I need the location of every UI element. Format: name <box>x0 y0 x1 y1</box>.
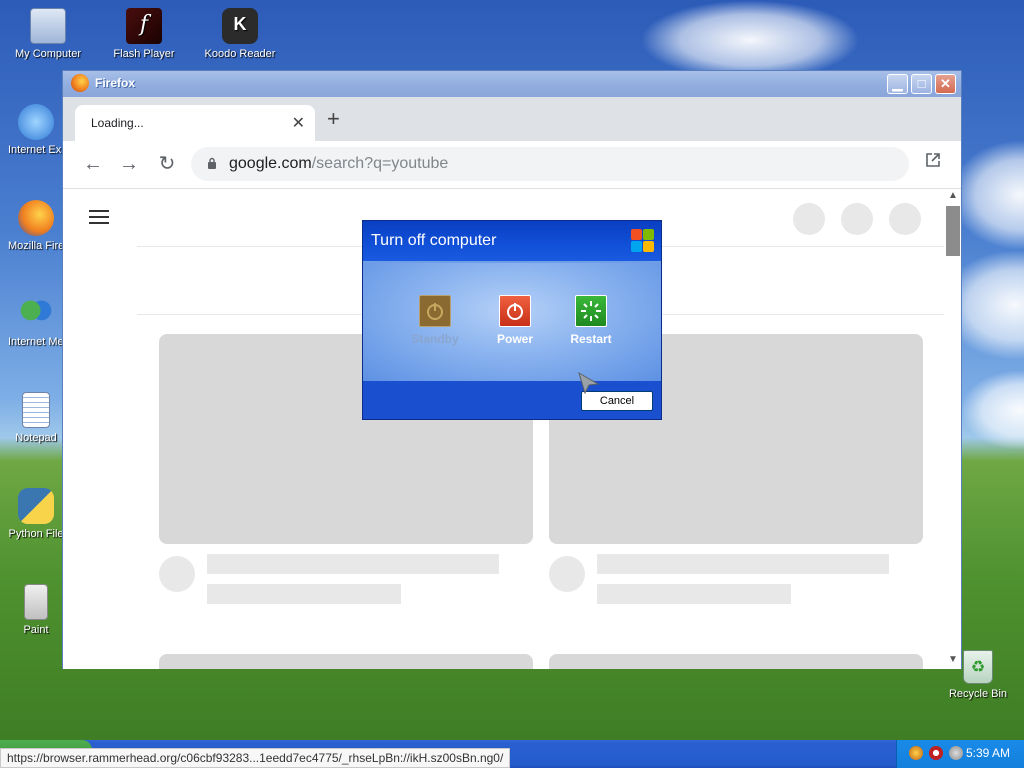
tab-title: Loading... <box>91 116 144 130</box>
desktop-icon-paint[interactable]: Paint <box>8 584 64 636</box>
title-placeholder <box>207 554 499 574</box>
desktop-icon-label: Flash Player <box>113 48 175 60</box>
tray-security-icon[interactable] <box>929 746 943 760</box>
internet-explorer-icon <box>18 104 54 140</box>
subtitle-placeholder <box>207 584 401 604</box>
tab-strip: Loading... ✕ + <box>63 97 961 141</box>
dialog-title: Turn off computer <box>371 232 497 249</box>
dialog-options-area: Standby Power Restart <box>363 261 661 381</box>
desktop-icon-label: Python File <box>8 528 64 540</box>
desktop-icon-label: Paint <box>23 624 49 636</box>
paint-icon <box>24 584 48 620</box>
desktop-icon-label: Mozilla Firefox <box>8 240 64 252</box>
restart-label: Restart <box>570 332 612 346</box>
desktop-icon-flash-player[interactable]: f Flash Player <box>106 8 182 60</box>
wallpaper-cloud <box>960 370 1024 450</box>
firefox-icon <box>71 74 89 92</box>
header-placeholder-circle <box>841 203 873 235</box>
turn-off-dialog: Turn off computer Standby Power Restart … <box>362 220 662 420</box>
address-bar[interactable]: google.com/search?q=youtube <box>191 147 909 181</box>
mouse-cursor-icon <box>578 372 600 394</box>
reload-icon: ↻ <box>158 153 176 175</box>
vertical-scrollbar[interactable]: ▲ ▼ <box>944 190 961 669</box>
desktop-icon-koodo-reader[interactable]: K Koodo Reader <box>202 8 278 60</box>
tab-active[interactable]: Loading... ✕ <box>75 105 315 141</box>
scroll-up-icon[interactable]: ▲ <box>946 190 960 204</box>
status-bar-url: https://browser.rammerhead.org/c06cbf932… <box>0 748 511 768</box>
avatar-placeholder <box>159 556 195 592</box>
standby-icon <box>419 295 451 327</box>
desktop-icon-label: My Computer <box>14 48 82 60</box>
tab-close-icon[interactable]: ✕ <box>292 113 305 133</box>
recycle-bin-icon: ♻ <box>963 650 993 684</box>
desktop-icon-label: Internet Explorer <box>8 144 64 156</box>
navigation-bar: ← → ↻ google.com/search?q=youtube <box>63 141 961 189</box>
tray-network-icon[interactable] <box>909 746 923 760</box>
video-thumbnail-placeholder <box>159 654 533 669</box>
desktop-icon-label: Koodo Reader <box>204 48 276 60</box>
desktop-icon-firefox[interactable]: Mozilla Firefox <box>8 200 64 252</box>
title-placeholder <box>597 554 889 574</box>
dialog-footer: Cancel <box>363 381 661 419</box>
url-path: /search?q=youtube <box>311 155 449 172</box>
desktop-icon-my-computer[interactable]: My Computer <box>10 8 86 60</box>
windows-logo-icon <box>629 227 655 253</box>
flash-player-icon: f <box>126 8 162 44</box>
forward-button[interactable]: → <box>115 151 143 179</box>
python-icon <box>18 488 54 524</box>
scroll-down-icon[interactable]: ▼ <box>946 654 960 668</box>
restart-icon[interactable] <box>575 295 607 327</box>
new-tab-button[interactable]: + <box>327 108 340 130</box>
desktop-icon-python[interactable]: Python File <box>8 488 64 540</box>
notepad-icon <box>22 392 50 428</box>
desktop-icon-notepad[interactable]: Notepad <box>8 392 64 444</box>
header-placeholder-circle <box>889 203 921 235</box>
maximize-icon: □ <box>917 76 926 91</box>
standby-option: Standby <box>395 295 475 346</box>
maximize-button[interactable]: □ <box>911 74 932 94</box>
hamburger-menu-icon[interactable] <box>89 210 109 224</box>
restart-option[interactable]: Restart <box>551 295 631 346</box>
subtitle-placeholder <box>597 584 791 604</box>
my-computer-icon <box>30 8 66 44</box>
taskbar-clock[interactable]: 5:39 AM <box>966 746 1010 760</box>
url-host: google.com <box>229 155 312 172</box>
desktop-icon-label: Internet Messenger <box>8 336 64 348</box>
open-external-button[interactable] <box>921 151 945 175</box>
scrollbar-thumb[interactable] <box>946 206 960 256</box>
url-text: google.com/search?q=youtube <box>229 155 448 173</box>
wallpaper-cloud <box>640 0 860 80</box>
desktop-icon-internet-explorer[interactable]: Internet Explorer <box>8 104 64 156</box>
arrow-right-icon: → <box>119 153 139 175</box>
standby-label: Standby <box>411 332 459 346</box>
firefox-icon <box>18 200 54 236</box>
video-thumbnail-placeholder <box>549 654 923 669</box>
external-link-icon <box>926 153 940 167</box>
window-titlebar[interactable]: Firefox ▁ □ ✕ <box>63 71 961 97</box>
avatar-placeholder <box>549 556 585 592</box>
back-button[interactable]: ← <box>79 151 107 179</box>
messenger-icon <box>18 296 54 332</box>
arrow-left-icon: ← <box>83 153 103 175</box>
power-option[interactable]: Power <box>475 295 555 346</box>
system-tray: 5:39 AM <box>896 740 1024 768</box>
desktop-icon-label: Notepad <box>15 432 57 444</box>
lock-icon <box>208 157 216 169</box>
power-label: Power <box>496 332 533 346</box>
desktop-icon-label: Recycle Bin <box>948 688 1008 700</box>
dialog-header: Turn off computer <box>363 221 661 261</box>
window-title: Firefox <box>95 76 136 90</box>
tray-volume-icon[interactable] <box>949 746 963 760</box>
reload-button[interactable]: ↻ <box>153 151 181 179</box>
header-placeholder-circle <box>793 203 825 235</box>
minimize-icon: ▁ <box>892 76 903 91</box>
minimize-button[interactable]: ▁ <box>887 74 908 94</box>
desktop-icon-messenger[interactable]: Internet Messenger <box>8 296 64 348</box>
power-icon[interactable] <box>499 295 531 327</box>
koodo-reader-icon: K <box>222 8 258 44</box>
close-window-button[interactable]: ✕ <box>935 74 956 94</box>
close-icon: ✕ <box>940 76 951 91</box>
cancel-button[interactable]: Cancel <box>581 391 653 411</box>
